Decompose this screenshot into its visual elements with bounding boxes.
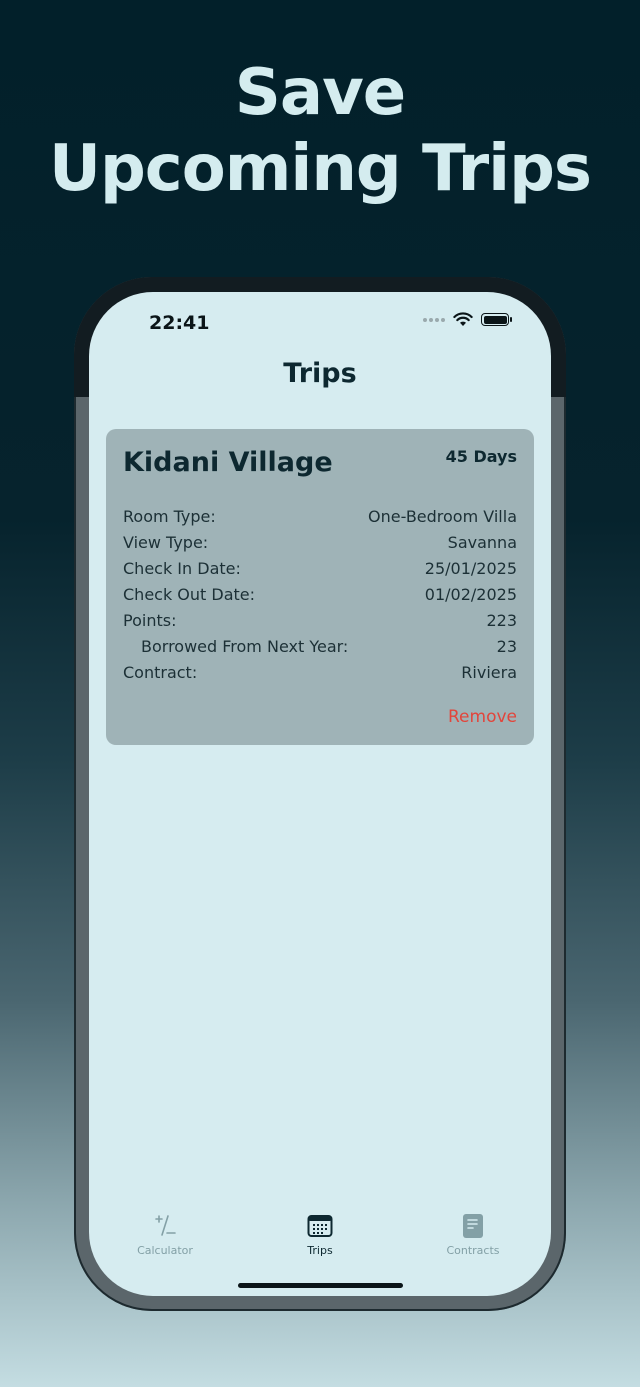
detail-value: Savanna [447, 533, 517, 552]
detail-label: Contract: [123, 663, 198, 682]
remove-trip-button[interactable]: Remove [448, 707, 517, 727]
detail-label: Points: [123, 611, 177, 630]
home-indicator[interactable] [238, 1283, 403, 1288]
document-icon [463, 1214, 483, 1238]
wifi-icon [453, 312, 473, 326]
detail-row-borrowed: Borrowed From Next Year: 23 [123, 637, 517, 663]
tab-label: Trips [307, 1244, 333, 1257]
headline-line-1: Save [234, 56, 406, 130]
detail-row-room-type: Room Type: One-Bedroom Villa [123, 507, 517, 533]
detail-label: Check Out Date: [123, 585, 256, 604]
detail-label: View Type: [123, 533, 209, 552]
detail-value: 23 [496, 637, 517, 656]
detail-value: 01/02/2025 [424, 585, 517, 604]
status-icons [423, 312, 512, 327]
tab-label: Contracts [446, 1244, 500, 1257]
detail-row-view-type: View Type: Savanna [123, 533, 517, 559]
detail-row-check-in: Check In Date: 25/01/2025 [123, 559, 517, 585]
status-time: 22:41 [149, 312, 210, 334]
trip-details: Room Type: One-Bedroom Villa View Type: … [123, 507, 517, 689]
tab-label: Calculator [137, 1244, 193, 1257]
phone-screen: 22:41 Trips Kidani Village 45 Days Room … [89, 292, 551, 1296]
tab-calculator[interactable]: Calculator [105, 1212, 225, 1257]
battery-icon [481, 313, 512, 326]
tab-bar: Calculator Trips Contracts [89, 1212, 551, 1262]
detail-row-check-out: Check Out Date: 01/02/2025 [123, 585, 517, 611]
detail-value: One-Bedroom Villa [368, 507, 517, 526]
tab-contracts[interactable]: Contracts [413, 1212, 533, 1257]
detail-label: Borrowed From Next Year: [141, 637, 349, 656]
trip-name: Kidani Village [123, 447, 333, 478]
detail-value: 25/01/2025 [424, 559, 517, 578]
cellular-signal-icon [423, 317, 445, 322]
detail-row-points: Points: 223 [123, 611, 517, 637]
detail-label: Check In Date: [123, 559, 241, 578]
page-title: Trips [283, 358, 357, 389]
detail-row-contract: Contract: Riviera [123, 663, 517, 689]
trip-card[interactable]: Kidani Village 45 Days Room Type: One-Be… [106, 429, 534, 745]
detail-value: 223 [486, 611, 517, 630]
calendar-icon [307, 1215, 333, 1237]
plus-minus-icon [155, 1215, 176, 1236]
headline-line-2: Upcoming Trips [49, 132, 592, 206]
tab-trips[interactable]: Trips [260, 1212, 380, 1257]
detail-value: Riviera [461, 663, 517, 682]
trip-duration: 45 Days [445, 447, 517, 466]
detail-label: Room Type: [123, 507, 216, 526]
